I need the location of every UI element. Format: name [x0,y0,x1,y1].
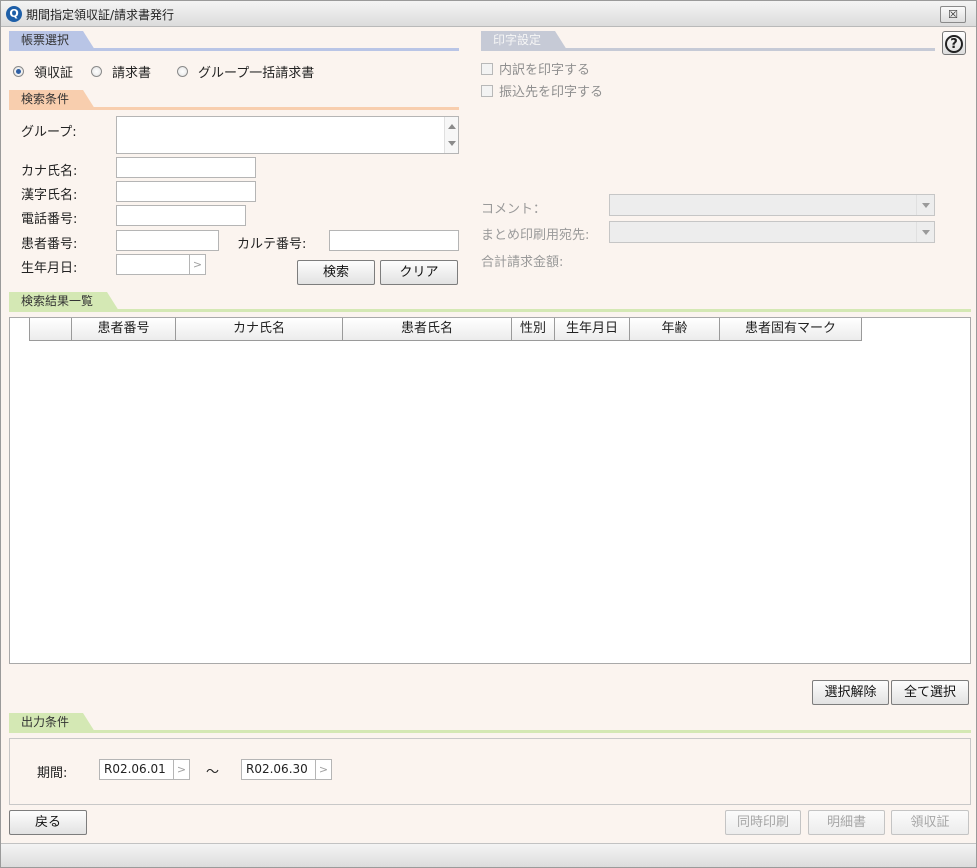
column-header-gender[interactable]: 性別 [512,318,555,341]
birth-date-input[interactable]: > [116,254,206,275]
column-header-birth-date[interactable]: 生年月日 [555,318,630,341]
column-header-patient-number[interactable]: 患者番号 [72,318,176,341]
chevron-right-icon[interactable]: > [315,760,331,779]
help-icon: ? [945,35,963,53]
scrollbar[interactable] [444,117,458,153]
output-panel: 期間: R02.06.01 > ～ R02.06.30 > [9,738,971,805]
kanji-name-input[interactable] [116,181,256,202]
app-logo-icon: Q [6,6,22,22]
detail-statement-button[interactable]: 明細書 [808,810,885,835]
radio-invoice-label: 請求書 [112,66,152,81]
simultaneous-print-button[interactable]: 同時印刷 [725,810,801,835]
patient-number-input[interactable] [116,230,219,251]
column-header-patient-mark[interactable]: 患者固有マーク [720,318,862,341]
chart-number-label: カルテ番号: [237,237,307,252]
period-to-value: R02.06.30 [246,762,308,776]
status-bar [1,843,976,867]
chart-number-input[interactable] [329,230,459,251]
birth-date-label: 生年月日: [21,261,78,276]
radio-group-invoice-label: グループ一括請求書 [198,66,315,81]
title-bar: Q 期間指定領収証/請求書発行 ☒ [1,1,976,27]
checkbox-print-transfer[interactable]: 振込先を印字する [481,81,603,100]
radio-group-invoice[interactable]: グループ一括請求書 [177,62,314,81]
comment-label: コメント： [481,202,547,217]
print-settings-header: 印字設定 [481,31,935,51]
checkbox-print-transfer-label: 振込先を印字する [499,85,604,100]
form-select-header: 帳票選択 [9,31,459,51]
checkbox-print-breakdown-label: 内訳を印字する [499,63,591,78]
radio-invoice[interactable]: 請求書 [91,62,151,81]
back-button[interactable]: 戻る [9,810,87,835]
period-from-input[interactable]: R02.06.01 > [99,759,190,780]
period-label: 期間: [37,766,68,781]
column-header-kana-name[interactable]: カナ氏名 [176,318,343,341]
radio-receipt-label: 領収証 [34,66,74,81]
results-table[interactable]: 患者番号 カナ氏名 患者氏名 性別 生年月日 年齢 患者固有マーク [9,317,971,664]
chevron-right-icon[interactable]: > [189,255,205,274]
phone-label: 電話番号: [21,212,78,227]
output-header: 出力条件 [9,713,971,733]
close-button[interactable]: ☒ [940,6,966,23]
search-button[interactable]: 検索 [297,260,375,285]
group-label: グループ: [21,125,77,140]
summary-destination-select[interactable] [609,221,935,243]
clear-button[interactable]: クリア [380,260,458,285]
help-button[interactable]: ? [942,31,966,55]
column-header-select[interactable] [29,318,72,341]
window-title: 期間指定領収証/請求書発行 [26,8,175,22]
radio-unchecked-icon [91,66,102,77]
search-header: 検索条件 [9,90,459,110]
checkbox-print-breakdown[interactable]: 内訳を印字する [481,59,590,78]
kanji-name-label: 漢字氏名: [21,188,78,203]
table-header-row: 患者番号 カナ氏名 患者氏名 性別 生年月日 年齢 患者固有マーク [29,318,862,341]
summary-destination-label: まとめ印刷用宛先: [481,228,590,243]
comment-select[interactable] [609,194,935,216]
total-amount-label: 合計請求金額: [481,255,564,270]
receipt-button[interactable]: 領収証 [891,810,969,835]
kana-name-input[interactable] [116,157,256,178]
results-header: 検索結果一覧 [9,292,971,312]
checkbox-icon [481,84,493,97]
chevron-right-icon[interactable]: > [173,760,189,779]
column-header-patient-name[interactable]: 患者氏名 [343,318,512,341]
select-all-button[interactable]: 全て選択 [891,680,969,705]
radio-receipt[interactable]: 領収証 [13,62,73,81]
chevron-down-icon [916,195,934,215]
period-separator: ～ [206,765,220,780]
dialog-window: Q 期間指定領収証/請求書発行 ☒ 帳票選択 領収証 請求書 グループ一括請求書… [0,0,977,868]
period-from-value: R02.06.01 [104,762,166,776]
scroll-up-icon[interactable] [448,124,456,129]
deselect-button[interactable]: 選択解除 [812,680,889,705]
group-listbox[interactable] [116,116,459,154]
column-header-age[interactable]: 年齢 [630,318,720,341]
checkbox-icon [481,62,493,75]
radio-checked-icon [13,66,24,77]
scroll-down-icon[interactable] [448,141,456,146]
radio-unchecked-icon [177,66,188,77]
chevron-down-icon [916,222,934,242]
kana-name-label: カナ氏名: [21,164,78,179]
patient-number-label: 患者番号: [21,237,78,252]
phone-input[interactable] [116,205,246,226]
period-to-input[interactable]: R02.06.30 > [241,759,332,780]
